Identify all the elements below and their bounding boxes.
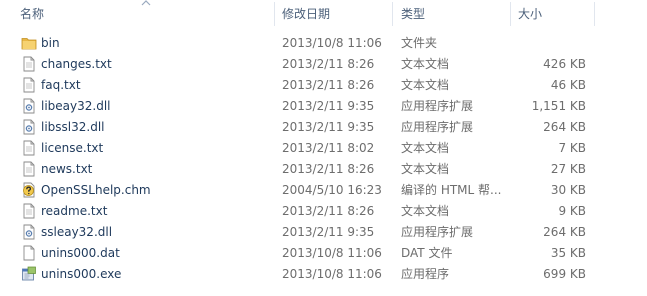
file-date: 2013/2/11 8:26 bbox=[282, 57, 375, 71]
file-row[interactable]: faq.txt 2013/2/11 8:26 文本文档 46 KB bbox=[0, 75, 647, 96]
text-file-icon bbox=[20, 159, 38, 180]
file-type: 文本文档 bbox=[401, 78, 450, 92]
file-type: 文件夹 bbox=[401, 36, 438, 50]
column-header-size-label: 大小 bbox=[518, 7, 543, 21]
file-size: 35 KB bbox=[550, 246, 586, 260]
file-size: 7 KB bbox=[558, 141, 586, 155]
file-date: 2004/5/10 16:23 bbox=[282, 183, 382, 197]
file-name: news.txt bbox=[41, 162, 93, 176]
column-header-type-label: 类型 bbox=[401, 7, 426, 21]
file-row[interactable]: news.txt 2013/2/11 8:26 文本文档 27 KB bbox=[0, 159, 647, 180]
file-size: 9 KB bbox=[558, 204, 586, 218]
file-row[interactable]: bin 2013/10/8 11:06 文件夹 bbox=[0, 33, 647, 54]
file-type: 编译的 HTML 帮... bbox=[401, 183, 502, 197]
file-name: libeay32.dll bbox=[41, 99, 111, 113]
file-size: 46 KB bbox=[550, 78, 586, 92]
file-type: 应用程序扩展 bbox=[401, 225, 474, 239]
file-type: 文本文档 bbox=[401, 204, 450, 218]
file-date: 2013/2/11 8:26 bbox=[282, 162, 375, 176]
column-header-type[interactable]: 类型 bbox=[393, 0, 511, 28]
file-size: 30 KB bbox=[550, 183, 586, 197]
file-date: 2013/10/8 11:06 bbox=[282, 267, 382, 281]
file-size bbox=[512, 33, 586, 54]
dll-file-icon bbox=[20, 222, 38, 243]
file-type: 应用程序 bbox=[401, 267, 450, 281]
file-name: OpenSSLhelp.chm bbox=[41, 183, 151, 197]
file-row[interactable]: unins000.exe 2013/10/8 11:06 应用程序 699 KB bbox=[0, 264, 647, 285]
text-file-icon bbox=[20, 54, 38, 75]
text-file-icon bbox=[20, 75, 38, 96]
file-row[interactable]: ssleay32.dll 2013/2/11 9:35 应用程序扩展 264 K… bbox=[0, 222, 647, 243]
file-name: bin bbox=[41, 36, 60, 50]
column-header-date-label: 修改日期 bbox=[282, 7, 331, 21]
file-date: 2013/2/11 8:02 bbox=[282, 141, 375, 155]
file-name: readme.txt bbox=[41, 204, 108, 218]
file-row[interactable]: changes.txt 2013/2/11 8:26 文本文档 426 KB bbox=[0, 54, 647, 75]
file-date: 2013/10/8 11:06 bbox=[282, 246, 382, 260]
text-file-icon bbox=[20, 138, 38, 159]
blank-file-icon bbox=[20, 243, 38, 264]
file-size: 1,151 KB bbox=[531, 99, 586, 113]
column-header-size[interactable]: 大小 bbox=[511, 0, 595, 28]
file-name: ssleay32.dll bbox=[41, 225, 113, 239]
file-name: unins000.exe bbox=[41, 267, 122, 281]
text-file-icon bbox=[20, 201, 38, 222]
file-date: 2013/2/11 9:35 bbox=[282, 99, 375, 113]
column-header-name[interactable]: 名称 bbox=[0, 0, 275, 28]
file-name: libssl32.dll bbox=[41, 120, 105, 134]
file-type: DAT 文件 bbox=[401, 246, 453, 260]
column-header-name-label: 名称 bbox=[20, 7, 45, 21]
file-size: 426 KB bbox=[543, 57, 586, 71]
file-row[interactable]: libssl32.dll 2013/2/11 9:35 应用程序扩展 264 K… bbox=[0, 117, 647, 138]
file-list: bin 2013/10/8 11:06 文件夹 changes.txt 2013… bbox=[0, 33, 647, 285]
sort-ascending-icon bbox=[141, 0, 151, 6]
file-date: 2013/10/8 11:06 bbox=[282, 36, 382, 50]
file-size: 27 KB bbox=[550, 162, 586, 176]
column-header-date[interactable]: 修改日期 bbox=[275, 0, 393, 28]
dll-file-icon bbox=[20, 96, 38, 117]
file-date: 2013/2/11 8:26 bbox=[282, 78, 375, 92]
file-name: license.txt bbox=[41, 141, 104, 155]
column-header-bar: 名称 修改日期 类型 大小 bbox=[0, 0, 647, 28]
file-name: unins000.dat bbox=[41, 246, 120, 260]
file-date: 2013/2/11 9:35 bbox=[282, 225, 375, 239]
file-size: 264 KB bbox=[543, 225, 586, 239]
file-type: 应用程序扩展 bbox=[401, 120, 474, 134]
file-row[interactable]: libeay32.dll 2013/2/11 9:35 应用程序扩展 1,151… bbox=[0, 96, 647, 117]
file-name: faq.txt bbox=[41, 78, 81, 92]
file-row[interactable]: OpenSSLhelp.chm 2004/5/10 16:23 编译的 HTML… bbox=[0, 180, 647, 201]
file-type: 文本文档 bbox=[401, 141, 450, 155]
folder-icon bbox=[20, 33, 38, 54]
file-name: changes.txt bbox=[41, 57, 112, 71]
dll-file-icon bbox=[20, 117, 38, 138]
file-row[interactable]: unins000.dat 2013/10/8 11:06 DAT 文件 35 K… bbox=[0, 243, 647, 264]
file-row[interactable]: license.txt 2013/2/11 8:02 文本文档 7 KB bbox=[0, 138, 647, 159]
file-date: 2013/2/11 8:26 bbox=[282, 204, 375, 218]
file-type: 文本文档 bbox=[401, 57, 450, 71]
file-type: 文本文档 bbox=[401, 162, 450, 176]
file-row[interactable]: readme.txt 2013/2/11 8:26 文本文档 9 KB bbox=[0, 201, 647, 222]
file-date: 2013/2/11 9:35 bbox=[282, 120, 375, 134]
column-divider[interactable] bbox=[594, 2, 595, 26]
file-type: 应用程序扩展 bbox=[401, 99, 474, 113]
exe-file-icon bbox=[20, 264, 38, 285]
file-size: 699 KB bbox=[543, 267, 586, 281]
help-file-icon bbox=[20, 180, 38, 201]
file-size: 264 KB bbox=[543, 120, 586, 134]
